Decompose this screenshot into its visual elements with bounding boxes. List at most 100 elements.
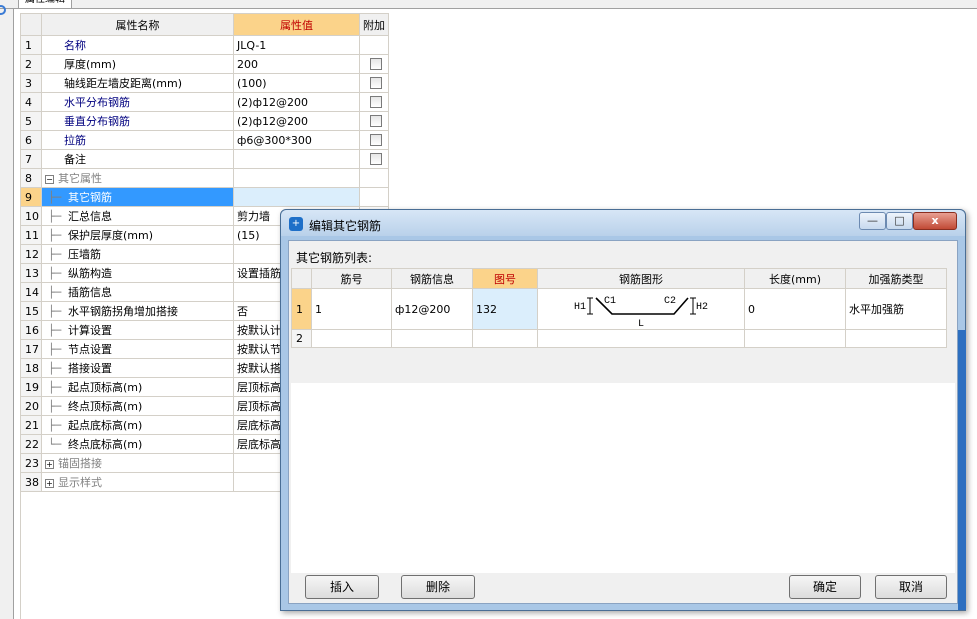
property-value[interactable]: (2)ф12@200 [233, 111, 360, 131]
cell-rebar-info[interactable] [391, 329, 473, 348]
property-name-cell[interactable]: ├─ 计算设置 [41, 320, 234, 340]
collapse-icon[interactable]: − [45, 174, 54, 184]
property-row[interactable]: 7 备注 [20, 149, 389, 169]
header-rebar-shape[interactable]: 钢筋图形 [537, 268, 745, 289]
cell-length[interactable] [744, 329, 846, 348]
property-name-cell[interactable]: ├─ 汇总信息 [41, 206, 234, 226]
cell-length[interactable]: 0 [744, 288, 846, 330]
expand-icon[interactable]: + [45, 459, 54, 469]
tab-property-edit[interactable]: 属性编辑 [18, 0, 72, 9]
attach-checkbox[interactable] [369, 134, 382, 146]
table-row[interactable]: 2 [291, 329, 947, 348]
rebar-list-area[interactable] [291, 383, 955, 573]
attach-checkbox[interactable] [369, 153, 382, 165]
cell-figure-no[interactable]: 132 [472, 288, 538, 330]
property-name-cell[interactable]: ├─ 搭接设置 [41, 358, 234, 378]
property-name: 名称 [64, 39, 86, 52]
row-number: 9 [20, 187, 42, 207]
header-length[interactable]: 长度(mm) [744, 268, 846, 289]
row-number: 15 [20, 301, 42, 321]
label-c1: C1 [604, 296, 616, 307]
cell-rebar-shape[interactable] [537, 329, 745, 348]
close-button[interactable]: x [913, 212, 957, 230]
tree-connector: ├─ [48, 343, 62, 356]
insert-button[interactable]: 插入 [305, 575, 379, 599]
property-row[interactable]: 2 厚度(mm) 200 [20, 54, 389, 74]
header-reinforcement-type[interactable]: 加强筋类型 [845, 268, 947, 289]
property-name: 水平分布钢筋 [64, 96, 130, 109]
property-name-cell[interactable]: 名称 [41, 35, 234, 55]
property-row[interactable]: 9 ├─ 其它钢筋 [20, 187, 389, 207]
property-value[interactable]: ф6@300*300 [233, 130, 360, 150]
table-row[interactable]: 1 1 ф12@200 132 H1 C1 C2 H2 L 0 水平加强筋 [291, 288, 947, 330]
property-name-cell[interactable]: ├─ 插筋信息 [41, 282, 234, 302]
tree-connector: ├─ [48, 286, 62, 299]
property-value[interactable] [233, 149, 360, 169]
row-number: 2 [20, 54, 42, 74]
cell-reinforcement-type[interactable]: 水平加强筋 [845, 288, 947, 330]
property-row[interactable]: 6 拉筋 ф6@300*300 [20, 130, 389, 150]
property-name-cell[interactable]: + 显示样式 [41, 472, 234, 492]
cell-jin-hao[interactable]: 1 [311, 288, 392, 330]
header-jin-hao[interactable]: 筋号 [311, 268, 392, 289]
cancel-button[interactable]: 取消 [875, 575, 947, 599]
header-extra[interactable]: 附加 [359, 13, 389, 36]
property-name-cell[interactable]: 水平分布钢筋 [41, 92, 234, 112]
row-number: 6 [20, 130, 42, 150]
refresh-icon[interactable] [0, 5, 6, 15]
property-value[interactable]: 200 [233, 54, 360, 74]
property-name-cell[interactable]: 拉筋 [41, 130, 234, 150]
property-name-cell[interactable]: 备注 [41, 149, 234, 169]
property-name: 纵筋构造 [68, 267, 112, 280]
header-property-name[interactable]: 属性名称 [41, 13, 234, 36]
property-name-cell[interactable]: ├─ 纵筋构造 [41, 263, 234, 283]
expand-icon[interactable]: + [45, 478, 54, 488]
property-name-cell[interactable]: ├─ 压墙筋 [41, 244, 234, 264]
cell-figure-no[interactable] [472, 329, 538, 348]
property-name-cell[interactable]: 垂直分布钢筋 [41, 111, 234, 131]
attach-checkbox[interactable] [369, 77, 382, 89]
dialog-titlebar[interactable]: + 编辑其它钢筋 — □ x [281, 210, 965, 236]
attach-checkbox[interactable] [369, 58, 382, 70]
property-name-cell[interactable]: ├─ 节点设置 [41, 339, 234, 359]
delete-button[interactable]: 删除 [401, 575, 475, 599]
property-name-cell[interactable]: − 其它属性 [41, 168, 234, 188]
property-value[interactable] [233, 187, 360, 207]
attach-checkbox[interactable] [369, 96, 382, 108]
property-name-cell[interactable]: ├─ 起点顶标高(m) [41, 377, 234, 397]
ok-button[interactable]: 确定 [789, 575, 861, 599]
header-figure-no[interactable]: 图号 [472, 268, 538, 289]
property-name: 搭接设置 [68, 362, 112, 375]
property-row[interactable]: 4 水平分布钢筋 (2)ф12@200 [20, 92, 389, 112]
property-name-cell[interactable]: ├─ 终点顶标高(m) [41, 396, 234, 416]
property-value[interactable]: (100) [233, 73, 360, 93]
property-row[interactable]: 1 名称 JLQ-1 [20, 35, 389, 55]
dialog-body: 其它钢筋列表: 筋号 钢筋信息 图号 钢筋图形 长度(mm) 加强筋类型 1 1… [288, 240, 958, 604]
cell-jin-hao[interactable] [311, 329, 392, 348]
property-name-cell[interactable]: + 锚固搭接 [41, 453, 234, 473]
property-value[interactable] [233, 168, 360, 188]
property-row[interactable]: 3 轴线距左墙皮距离(mm) (100) [20, 73, 389, 93]
extra-cell [359, 54, 389, 74]
property-name-cell[interactable]: ├─ 起点底标高(m) [41, 415, 234, 435]
property-name-cell[interactable]: ├─ 其它钢筋 [41, 187, 234, 207]
cell-reinforcement-type[interactable] [845, 329, 947, 348]
extra-cell [359, 187, 389, 207]
property-name-cell[interactable]: ├─ 水平钢筋拐角增加搭接 [41, 301, 234, 321]
header-rebar-info[interactable]: 钢筋信息 [391, 268, 473, 289]
cell-rebar-info[interactable]: ф12@200 [391, 288, 473, 330]
property-value[interactable]: JLQ-1 [233, 35, 360, 55]
property-row[interactable]: 5 垂直分布钢筋 (2)ф12@200 [20, 111, 389, 131]
property-name-cell[interactable]: 厚度(mm) [41, 54, 234, 74]
minimize-button[interactable]: — [859, 212, 886, 230]
corner-cell [20, 13, 42, 36]
property-name-cell[interactable]: ├─ 保护层厚度(mm) [41, 225, 234, 245]
maximize-button[interactable]: □ [886, 212, 913, 230]
attach-checkbox[interactable] [369, 115, 382, 127]
header-property-value[interactable]: 属性值 [233, 13, 360, 36]
property-value[interactable]: (2)ф12@200 [233, 92, 360, 112]
property-name-cell[interactable]: 轴线距左墙皮距离(mm) [41, 73, 234, 93]
cell-rebar-shape[interactable]: H1 C1 C2 H2 L [537, 288, 745, 330]
property-name-cell[interactable]: └─ 终点底标高(m) [41, 434, 234, 454]
property-row[interactable]: 8− 其它属性 [20, 168, 389, 188]
